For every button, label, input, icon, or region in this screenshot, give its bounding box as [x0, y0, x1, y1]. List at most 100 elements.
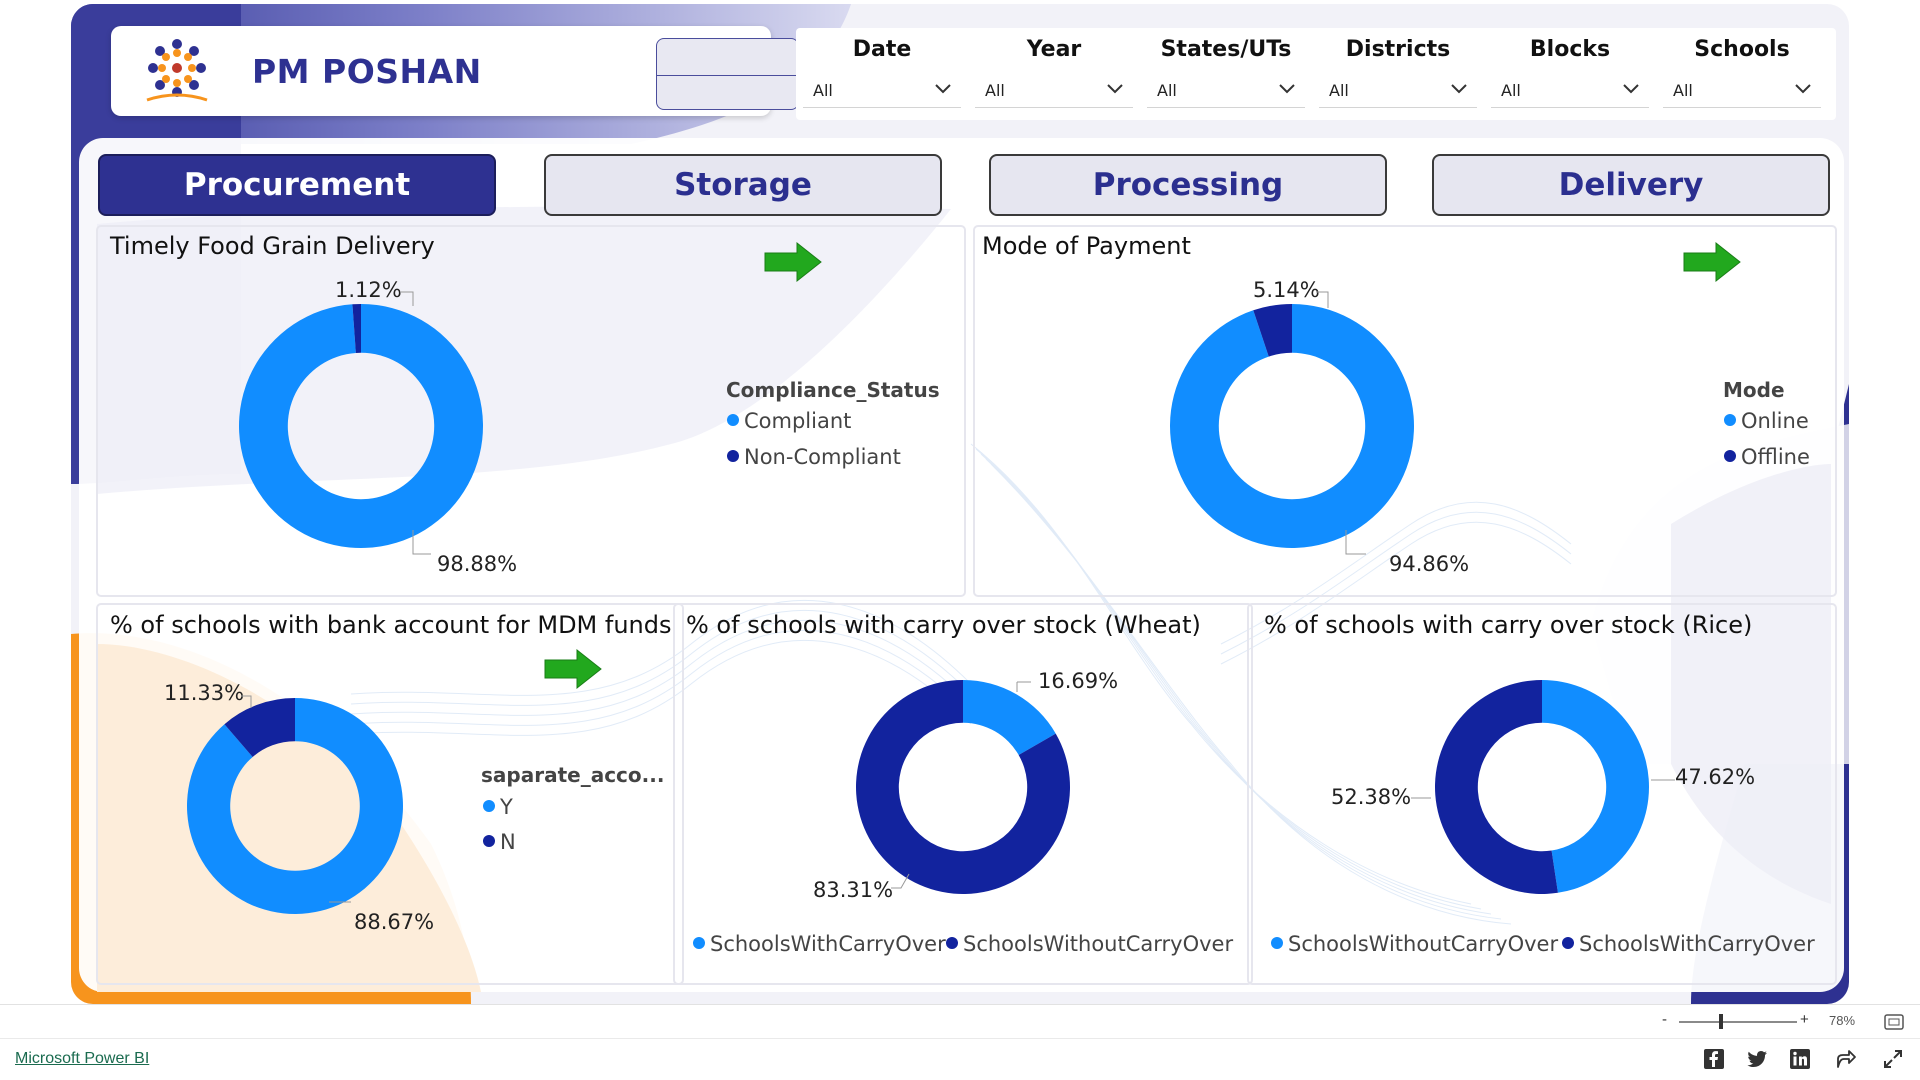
filter-label: Blocks [1529, 37, 1611, 62]
tab-procurement[interactable]: Procurement [98, 154, 496, 216]
legend-dot [1562, 937, 1574, 949]
filter-label: Date [852, 37, 912, 62]
chevron-down-icon [1451, 84, 1467, 94]
filter-label: Schools [1694, 37, 1790, 62]
legend-dot [1271, 937, 1283, 949]
filter-label: Districts [1345, 37, 1451, 62]
filter-label: States/UTs [1160, 37, 1292, 62]
legend-item-with-carry-over[interactable]: SchoolsWithCarryOver [693, 932, 946, 956]
filter-value: All [813, 81, 833, 100]
chart-title-rice-carry-over: % of schools with carry over stock (Rice… [1264, 611, 1753, 639]
chevron-down-icon [1795, 84, 1811, 94]
data-label: 47.62% [1675, 765, 1756, 789]
legend-dot [693, 937, 705, 949]
legend-item-compliant[interactable]: Compliant [727, 409, 851, 433]
green-right-arrow-icon[interactable] [763, 241, 823, 283]
legend-label: SchoolsWithCarryOver [710, 932, 946, 956]
filter-districts-dropdown[interactable]: All [1319, 72, 1477, 108]
filter-year-dropdown[interactable]: All [975, 72, 1133, 108]
expand-icon[interactable] [1881, 1047, 1905, 1071]
legend-title: Compliance_Status [726, 378, 940, 402]
leader-lines [241, 695, 351, 903]
legend-item-with-carry-over[interactable]: SchoolsWithCarryOver [1562, 932, 1815, 956]
legend-dot [946, 937, 958, 949]
linkedin-icon[interactable] [1788, 1047, 1812, 1071]
filter-value: All [1329, 81, 1349, 100]
legend-label: SchoolsWithCarryOver [1579, 932, 1815, 956]
filter-date-dropdown[interactable]: All [803, 72, 961, 108]
app-title: PM POSHAN [252, 52, 482, 91]
facebook-icon[interactable] [1702, 1047, 1726, 1071]
legend-dot [1724, 450, 1736, 462]
leader-lines [891, 681, 1031, 889]
legend-label: SchoolsWithoutCarryOver [1288, 932, 1559, 956]
filter-schools-dropdown[interactable]: All [1663, 72, 1821, 108]
data-label: 1.12% [335, 278, 402, 302]
legend-item-offline[interactable]: Offline [1724, 445, 1810, 469]
zoom-percentage: 78% [1829, 1013, 1856, 1028]
filter-states: States/UTs All [1140, 28, 1312, 120]
leader-lines [1316, 291, 1366, 555]
filter-states-dropdown[interactable]: All [1147, 72, 1305, 108]
legend-dot [483, 835, 495, 847]
legend-label: Online [1741, 409, 1809, 433]
zoom-slider-thumb[interactable] [1719, 1014, 1723, 1029]
legend-title: saparate_acco... [481, 763, 665, 787]
filter-value: All [985, 81, 1005, 100]
filter-bar: Date All Year All States/UTs All Distric… [796, 28, 1836, 120]
legend-item-n[interactable]: N [483, 830, 516, 854]
legend-label: SchoolsWithoutCarryOver [963, 932, 1234, 956]
legend-title: Mode [1723, 378, 1785, 402]
filter-blocks-dropdown[interactable]: All [1491, 72, 1649, 108]
legend-item-without-carry-over[interactable]: SchoolsWithoutCarryOver [1271, 932, 1558, 956]
footer-bar: Microsoft Power BI [0, 1038, 1920, 1080]
share-icon[interactable] [1834, 1047, 1858, 1071]
zoom-bar: - + 78% [0, 1004, 1920, 1038]
chart-title-wheat-carry-over: % of schools with carry over stock (Whea… [686, 611, 1201, 639]
logo-card: PM POSHAN [111, 26, 799, 116]
legend-dot [727, 414, 739, 426]
leader-lines [1411, 779, 1675, 799]
pm-poshan-logo-icon [146, 39, 208, 102]
green-right-arrow-icon[interactable] [543, 648, 603, 690]
power-bi-link[interactable]: Microsoft Power BI [15, 1050, 149, 1068]
filter-districts: Districts All [1312, 28, 1484, 120]
chevron-down-icon [1623, 84, 1639, 94]
chevron-down-icon [1107, 84, 1123, 94]
data-label: 52.38% [1331, 785, 1412, 809]
fit-to-page-icon[interactable] [1884, 1014, 1904, 1030]
filter-schools: Schools All [1656, 28, 1828, 120]
chart-title-mode-of-payment: Mode of Payment [982, 232, 1191, 260]
zoom-in-button[interactable]: + [1800, 1011, 1809, 1028]
data-label: 16.69% [1038, 669, 1119, 693]
data-label: 88.67% [354, 910, 435, 934]
data-label: 94.86% [1389, 552, 1470, 576]
green-right-arrow-icon[interactable] [1682, 241, 1742, 283]
legend-label: Non-Compliant [744, 445, 901, 469]
chevron-down-icon [1279, 84, 1295, 94]
legend-label: Compliant [744, 409, 852, 433]
legend-dot [727, 450, 739, 462]
legend-item-without-carry-over[interactable]: SchoolsWithoutCarryOver [946, 932, 1233, 956]
power-bi-report-viewer: PM POSHAN Date All Year All States/UTs A… [0, 0, 1920, 1080]
twitter-icon[interactable] [1745, 1047, 1769, 1071]
chart-title-bank-account: % of schools with bank account for MDM f… [110, 611, 672, 639]
legend-dot [483, 800, 495, 812]
legend-label: Offline [1741, 445, 1810, 469]
zoom-out-button[interactable]: - [1662, 1011, 1667, 1028]
zoom-slider-track[interactable] [1679, 1021, 1797, 1023]
filter-value: All [1673, 81, 1693, 100]
report-canvas: PM POSHAN Date All Year All States/UTs A… [71, 4, 1849, 1004]
tab-processing[interactable]: Processing [989, 154, 1387, 216]
tab-delivery[interactable]: Delivery [1432, 154, 1830, 216]
filter-value: All [1157, 81, 1177, 100]
legend-item-non-compliant[interactable]: Non-Compliant [727, 445, 901, 469]
filter-label: Year [1026, 37, 1082, 62]
legend-item-online[interactable]: Online [1724, 409, 1809, 433]
legend-item-y[interactable]: Y [483, 795, 513, 819]
legend-label: Y [500, 795, 513, 819]
tab-storage[interactable]: Storage [544, 154, 942, 216]
leader-lines [401, 291, 431, 555]
data-label: 11.33% [164, 681, 245, 705]
data-label: 83.31% [813, 878, 894, 902]
